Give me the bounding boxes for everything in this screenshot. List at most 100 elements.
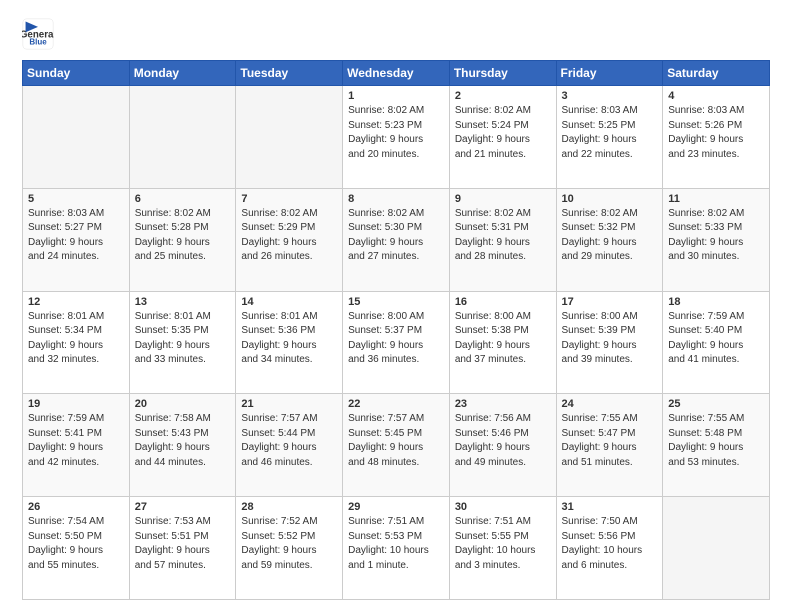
day-info: Sunrise: 8:02 AM Sunset: 5:33 PM Dayligh… (668, 207, 764, 265)
day-number: 28 (241, 501, 337, 513)
week-row-1: 5Sunrise: 8:03 AM Sunset: 5:27 PM Daylig… (23, 188, 770, 291)
day-cell: 1Sunrise: 8:02 AM Sunset: 5:23 PM Daylig… (343, 86, 450, 189)
day-info: Sunrise: 8:02 AM Sunset: 5:32 PM Dayligh… (562, 207, 658, 265)
day-info: Sunrise: 8:03 AM Sunset: 5:26 PM Dayligh… (668, 104, 764, 162)
header: General Blue (22, 18, 770, 50)
day-info: Sunrise: 7:56 AM Sunset: 5:46 PM Dayligh… (455, 412, 551, 470)
day-info: Sunrise: 8:01 AM Sunset: 5:35 PM Dayligh… (135, 310, 231, 368)
day-cell: 8Sunrise: 8:02 AM Sunset: 5:30 PM Daylig… (343, 188, 450, 291)
day-info: Sunrise: 8:02 AM Sunset: 5:31 PM Dayligh… (455, 207, 551, 265)
day-info: Sunrise: 7:51 AM Sunset: 5:53 PM Dayligh… (348, 515, 444, 573)
day-cell: 27 Sunrise: 7:53 AM Sunset: 5:51 PM Dayli… (129, 497, 236, 600)
day-info: Sunrise: 7:59 AM Sunset: 5:40 PM Dayligh… (668, 310, 764, 368)
day-cell: 9 Sunrise: 8:02 AM Sunset: 5:31 PM Daylig… (449, 188, 556, 291)
day-number: 8 (348, 193, 444, 205)
week-row-0: 1Sunrise: 8:02 AM Sunset: 5:23 PM Daylig… (23, 86, 770, 189)
col-header-sunday: Sunday (23, 61, 130, 86)
day-cell (129, 86, 236, 189)
day-number: 5 (28, 193, 124, 205)
day-number: 24 (562, 398, 658, 410)
day-info: Sunrise: 8:01 AM Sunset: 5:36 PM Dayligh… (241, 310, 337, 368)
day-cell: 26 Sunrise: 7:54 AM Sunset: 5:50 PM Dayli… (23, 497, 130, 600)
day-cell: 7Sunrise: 8:02 AM Sunset: 5:29 PM Daylig… (236, 188, 343, 291)
day-number: 21 (241, 398, 337, 410)
day-cell: 29Sunrise: 7:51 AM Sunset: 5:53 PM Dayli… (343, 497, 450, 600)
day-cell: 17 Sunrise: 8:00 AM Sunset: 5:39 PM Dayli… (556, 291, 663, 394)
day-cell (236, 86, 343, 189)
day-cell: 28Sunrise: 7:52 AM Sunset: 5:52 PM Dayli… (236, 497, 343, 600)
day-number: 6 (135, 193, 231, 205)
day-cell: 13 Sunrise: 8:01 AM Sunset: 5:35 PM Dayli… (129, 291, 236, 394)
day-number: 2 (455, 90, 551, 102)
day-number: 25 (668, 398, 764, 410)
week-row-3: 19 Sunrise: 7:59 AM Sunset: 5:41 PM Dayli… (23, 394, 770, 497)
day-number: 15 (348, 296, 444, 308)
day-cell: 10Sunrise: 8:02 AM Sunset: 5:32 PM Dayli… (556, 188, 663, 291)
calendar-table: SundayMondayTuesdayWednesdayThursdayFrid… (22, 60, 770, 600)
col-header-thursday: Thursday (449, 61, 556, 86)
day-cell: 4 Sunrise: 8:03 AM Sunset: 5:26 PM Daylig… (663, 86, 770, 189)
day-cell: 14 Sunrise: 8:01 AM Sunset: 5:36 PM Dayli… (236, 291, 343, 394)
day-number: 19 (28, 398, 124, 410)
day-info: Sunrise: 8:01 AM Sunset: 5:34 PM Dayligh… (28, 310, 124, 368)
col-header-monday: Monday (129, 61, 236, 86)
day-number: 17 (562, 296, 658, 308)
day-info: Sunrise: 7:50 AM Sunset: 5:56 PM Dayligh… (562, 515, 658, 573)
day-number: 3 (562, 90, 658, 102)
day-cell: 21 Sunrise: 7:57 AM Sunset: 5:44 PM Dayli… (236, 394, 343, 497)
day-cell: 15Sunrise: 8:00 AM Sunset: 5:37 PM Dayli… (343, 291, 450, 394)
day-info: Sunrise: 7:55 AM Sunset: 5:48 PM Dayligh… (668, 412, 764, 470)
day-cell: 24 Sunrise: 7:55 AM Sunset: 5:47 PM Dayli… (556, 394, 663, 497)
col-header-friday: Friday (556, 61, 663, 86)
day-cell: 16Sunrise: 8:00 AM Sunset: 5:38 PM Dayli… (449, 291, 556, 394)
day-number: 31 (562, 501, 658, 513)
day-number: 12 (28, 296, 124, 308)
day-number: 30 (455, 501, 551, 513)
day-number: 22 (348, 398, 444, 410)
day-info: Sunrise: 7:58 AM Sunset: 5:43 PM Dayligh… (135, 412, 231, 470)
day-number: 23 (455, 398, 551, 410)
day-cell: 18 Sunrise: 7:59 AM Sunset: 5:40 PM Dayli… (663, 291, 770, 394)
day-info: Sunrise: 7:55 AM Sunset: 5:47 PM Dayligh… (562, 412, 658, 470)
day-number: 16 (455, 296, 551, 308)
day-info: Sunrise: 7:57 AM Sunset: 5:44 PM Dayligh… (241, 412, 337, 470)
day-cell: 31 Sunrise: 7:50 AM Sunset: 5:56 PM Dayli… (556, 497, 663, 600)
page: General Blue SundayMondayTuesdayWednesda… (0, 0, 792, 612)
day-info: Sunrise: 8:02 AM Sunset: 5:23 PM Dayligh… (348, 104, 444, 162)
day-number: 4 (668, 90, 764, 102)
day-number: 26 (28, 501, 124, 513)
day-cell: 5Sunrise: 8:03 AM Sunset: 5:27 PM Daylig… (23, 188, 130, 291)
logo: General Blue (22, 18, 58, 50)
day-info: Sunrise: 7:59 AM Sunset: 5:41 PM Dayligh… (28, 412, 124, 470)
day-cell: 12 Sunrise: 8:01 AM Sunset: 5:34 PM Dayli… (23, 291, 130, 394)
day-number: 27 (135, 501, 231, 513)
day-info: Sunrise: 7:54 AM Sunset: 5:50 PM Dayligh… (28, 515, 124, 573)
day-info: Sunrise: 8:02 AM Sunset: 5:28 PM Dayligh… (135, 207, 231, 265)
day-info: Sunrise: 7:57 AM Sunset: 5:45 PM Dayligh… (348, 412, 444, 470)
day-info: Sunrise: 8:02 AM Sunset: 5:29 PM Dayligh… (241, 207, 337, 265)
day-info: Sunrise: 8:02 AM Sunset: 5:24 PM Dayligh… (455, 104, 551, 162)
day-cell: 25 Sunrise: 7:55 AM Sunset: 5:48 PM Dayli… (663, 394, 770, 497)
day-number: 11 (668, 193, 764, 205)
week-row-4: 26 Sunrise: 7:54 AM Sunset: 5:50 PM Dayli… (23, 497, 770, 600)
day-cell: 30 Sunrise: 7:51 AM Sunset: 5:55 PM Dayli… (449, 497, 556, 600)
col-header-wednesday: Wednesday (343, 61, 450, 86)
day-cell: 2 Sunrise: 8:02 AM Sunset: 5:24 PM Daylig… (449, 86, 556, 189)
day-cell: 11 Sunrise: 8:02 AM Sunset: 5:33 PM Dayli… (663, 188, 770, 291)
svg-text:Blue: Blue (29, 38, 47, 47)
day-info: Sunrise: 7:53 AM Sunset: 5:51 PM Dayligh… (135, 515, 231, 573)
day-cell: 20Sunrise: 7:58 AM Sunset: 5:43 PM Dayli… (129, 394, 236, 497)
day-number: 14 (241, 296, 337, 308)
day-cell (663, 497, 770, 600)
day-info: Sunrise: 8:03 AM Sunset: 5:25 PM Dayligh… (562, 104, 658, 162)
day-number: 9 (455, 193, 551, 205)
week-row-2: 12 Sunrise: 8:01 AM Sunset: 5:34 PM Dayli… (23, 291, 770, 394)
day-info: Sunrise: 7:51 AM Sunset: 5:55 PM Dayligh… (455, 515, 551, 573)
day-cell: 22 Sunrise: 7:57 AM Sunset: 5:45 PM Dayli… (343, 394, 450, 497)
day-number: 13 (135, 296, 231, 308)
day-cell (23, 86, 130, 189)
day-number: 18 (668, 296, 764, 308)
day-info: Sunrise: 8:00 AM Sunset: 5:39 PM Dayligh… (562, 310, 658, 368)
day-cell: 3 Sunrise: 8:03 AM Sunset: 5:25 PM Daylig… (556, 86, 663, 189)
logo-icon: General Blue (22, 18, 54, 50)
